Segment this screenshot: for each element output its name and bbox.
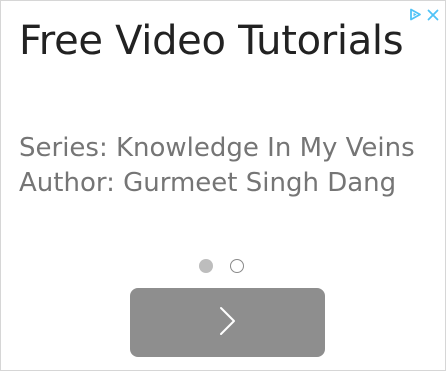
carousel-pager	[199, 259, 244, 273]
close-icon[interactable]	[425, 7, 440, 22]
chevron-right-icon	[217, 305, 239, 341]
ad-description[interactable]: Series: Knowledge In My Veins Author: Gu…	[19, 131, 419, 201]
ad-headline[interactable]: Free Video Tutorials	[19, 13, 419, 69]
ad-container[interactable]: Free Video Tutorials Series: Knowledge I…	[0, 0, 446, 371]
pager-dot-2[interactable]	[230, 259, 244, 273]
pager-dot-1[interactable]	[199, 259, 213, 273]
next-button[interactable]	[130, 288, 325, 357]
